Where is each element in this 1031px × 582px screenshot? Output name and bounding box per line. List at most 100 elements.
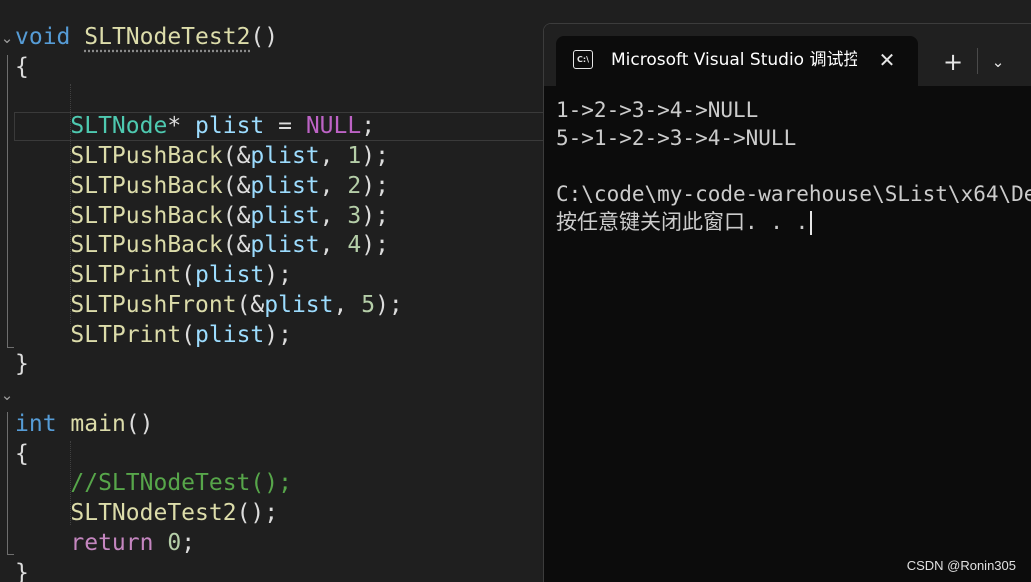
code-token: NULL [305,113,362,140]
code-token: ); [361,232,389,259]
code-token: SLTPrint [70,262,182,288]
terminal-output[interactable]: 1->2->3->4->NULL 5->1->2->3->4->NULL C:\… [556,96,1031,566]
code-token: , [319,202,348,229]
fold-guide-end [7,347,14,348]
code-token: 0 [167,529,182,556]
code-token: SLTPushBack [70,202,223,229]
code-token: plist [195,113,265,140]
code-line[interactable]: { [15,52,29,82]
code-token: 1 [347,143,362,169]
code-token: plist [250,143,320,169]
fold-guide [7,55,8,347]
code-line[interactable]: //SLTNodeTest(); [15,468,292,498]
code-token: } [15,351,29,378]
code-line[interactable]: { [15,439,29,469]
terminal-line: C:\code\my-code-warehouse\SList\x64\Debu… [556,182,1031,206]
terminal-window[interactable]: C:\ Microsoft Visual Studio 调试控制台 ✕ + ⌄ … [543,23,1031,582]
terminal-line-text: 按任意键关闭此窗口. . . [556,210,809,234]
code-line[interactable]: SLTPrint(plist); [15,320,292,350]
code-token: ; [361,113,376,140]
code-line[interactable]: SLTNode* plist = NULL; [15,111,375,141]
code-token: { [15,440,29,467]
terminal-line: 5->1->2->3->4->NULL [556,126,797,150]
code-line[interactable]: SLTNodeTest2(); [15,498,278,528]
code-line[interactable]: SLTPushBack(&plist, 1); [15,141,389,171]
code-token: main [70,410,126,437]
code-token: = [264,113,306,140]
code-token: plist [250,202,320,229]
code-token: ); [375,291,403,318]
code-token: plist [250,232,320,259]
code-token: , [319,172,348,199]
fold-guide [7,412,8,554]
code-token: (& [222,143,251,169]
terminal-tab[interactable]: C:\ Microsoft Visual Studio 调试控制台 ✕ [556,36,918,86]
code-token: (& [222,232,251,259]
code-token: (& [222,172,251,199]
code-token: SLTNodeTest2 [70,500,237,526]
code-token: , [319,143,348,169]
code-line[interactable]: int main() [15,409,154,439]
code-token: SLTPushBack [70,143,223,169]
console-icon: C:\ [573,50,593,69]
code-token: plist [195,262,265,288]
code-token: SLTNode [70,113,168,140]
code-token: SLTPushBack [70,172,223,199]
code-token: plist [250,172,320,199]
code-line[interactable]: SLTPushFront(&plist, 5); [15,290,403,320]
code-line[interactable]: return 0; [15,528,195,558]
code-token: plist [264,291,334,318]
code-line[interactable]: void SLTNodeTest2() [15,22,278,52]
tab-separator [977,48,978,74]
code-token: SLTPrint [70,321,182,348]
code-token: ; [181,529,196,556]
code-token: ( [181,262,196,288]
code-token: SLTPushBack [70,232,223,259]
code-token: 2 [347,172,362,199]
tab-title: Microsoft Visual Studio 调试控制台 [611,50,857,70]
code-token: void [15,24,71,50]
code-token: int [15,410,57,437]
terminal-prompt-line: 按任意键关闭此窗口. . . [556,208,1031,236]
code-line[interactable]: SLTPushBack(&plist, 2); [15,171,389,201]
fold-toggle-icon[interactable]: ⌄ [0,23,14,53]
code-token: (& [222,202,251,229]
code-token: 4 [347,232,362,259]
code-token: (& [236,291,265,318]
code-token: } [15,559,29,582]
code-token: (); [236,500,279,526]
code-token: ); [361,143,389,169]
code-token: 3 [347,202,362,229]
code-token: () [250,24,279,50]
code-token: ); [361,202,389,229]
code-token: () [125,410,154,437]
code-line[interactable]: } [15,558,29,582]
code-token: SLTPushFront [70,291,237,318]
code-line[interactable]: SLTPrint(plist); [15,260,292,290]
fold-toggle-icon[interactable]: ⌄ [0,380,14,410]
new-tab-button[interactable]: + [938,47,968,77]
chevron-down-icon[interactable]: ⌄ [984,47,1012,77]
code-token: 5 [361,291,376,318]
fold-guide-end [7,554,14,555]
code-line[interactable]: } [15,349,29,379]
code-token: //SLTNodeTest(); [70,470,292,497]
code-token: ); [361,172,389,199]
close-icon[interactable]: ✕ [876,49,898,71]
code-token: * [167,113,196,140]
code-line[interactable]: SLTPushBack(&plist, 3); [15,201,389,231]
code-line[interactable]: SLTPushBack(&plist, 4); [15,230,389,260]
